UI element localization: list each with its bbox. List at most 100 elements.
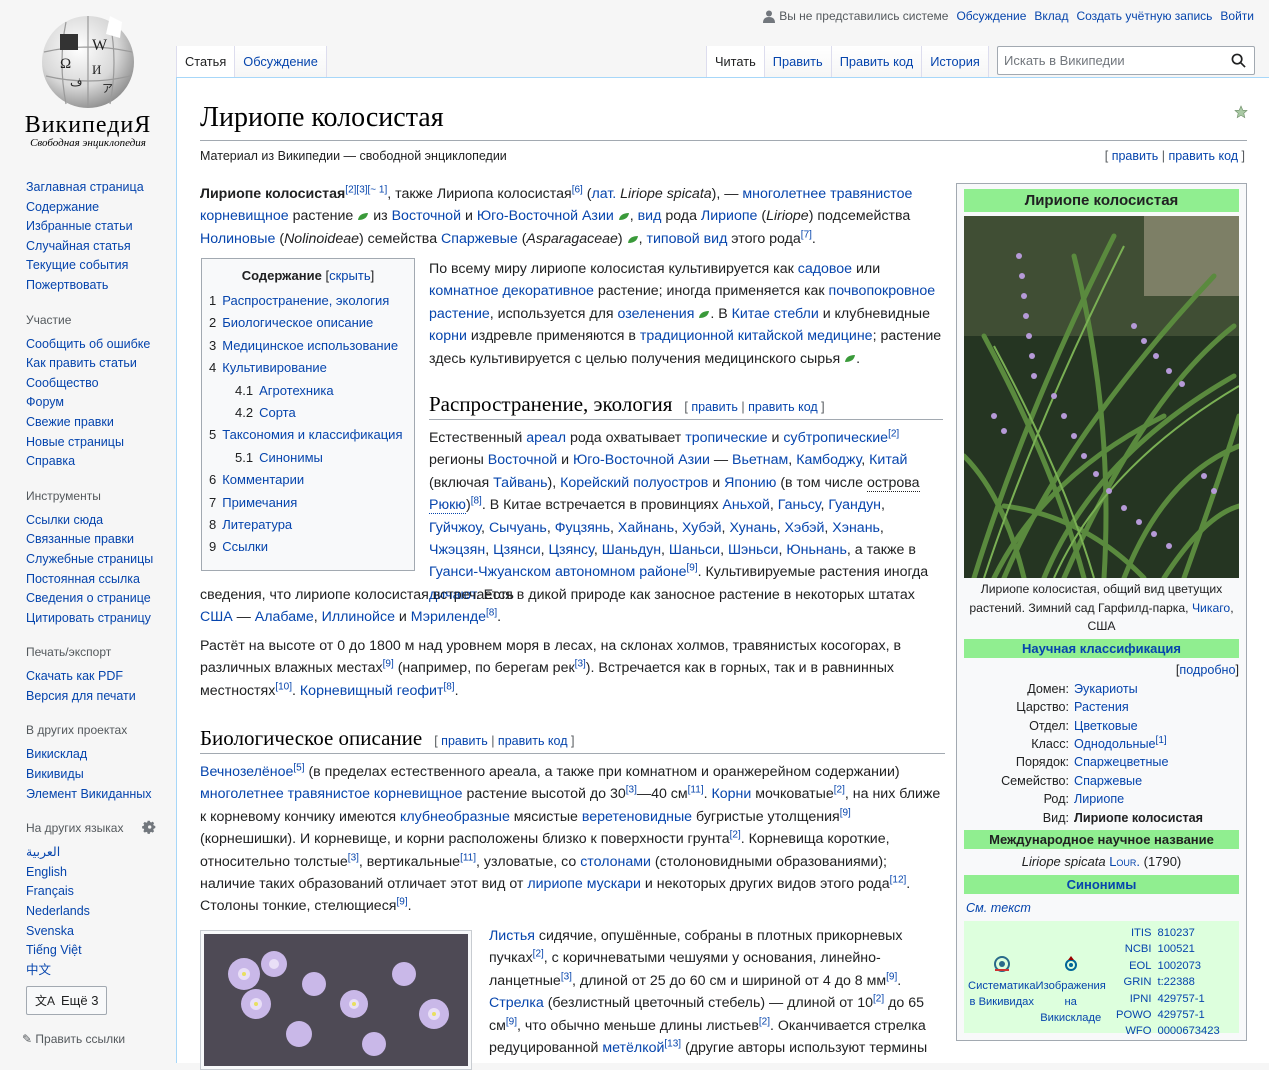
toc-item[interactable]: 5.1 Синонимы <box>209 447 407 469</box>
toc-item[interactable]: 4.2 Сорта <box>209 402 407 424</box>
taxonomy-value[interactable]: Растения <box>1074 700 1129 714</box>
identifier-value[interactable]: 429757-1 <box>1157 991 1235 1007</box>
toc-item[interactable]: 6 Комментарии <box>209 469 407 491</box>
toc-link[interactable]: Литература <box>222 517 292 532</box>
author-link[interactable]: Lour. <box>1109 854 1140 869</box>
identifier-value[interactable]: 0000673423 <box>1157 1023 1235 1039</box>
sidebar-item-community[interactable]: Сообщество <box>26 376 99 390</box>
tab-history[interactable]: История <box>921 46 989 77</box>
toc-link[interactable]: Культивирование <box>222 360 327 375</box>
toc-link[interactable]: Таксономия и классификация <box>222 427 402 442</box>
identifier-db[interactable]: EOL <box>1106 958 1158 974</box>
personal-talk-link[interactable]: Обсуждение <box>956 9 1026 23</box>
create-account-link[interactable]: Создать учётную запись <box>1076 9 1212 23</box>
section-edit-source-link[interactable]: править код <box>498 734 568 748</box>
identifier-db[interactable]: NCBI <box>1106 941 1158 957</box>
search-input[interactable]: Искать в Википедии <box>997 46 1255 75</box>
infobox-image[interactable] <box>964 216 1239 578</box>
sidebar-lang-vi[interactable]: Tiếng Việt <box>26 943 82 957</box>
sidebar-lang-fr[interactable]: Français <box>26 884 74 898</box>
sidebar-item-featured[interactable]: Избранные статьи <box>26 219 133 233</box>
tab-edit-source[interactable]: Править код <box>830 46 922 77</box>
sidebar-item-forum[interactable]: Форум <box>26 395 64 409</box>
sidebar-item-cite[interactable]: Цитировать страницу <box>26 611 151 625</box>
tab-read[interactable]: Читать <box>706 46 764 77</box>
taxonomy-value[interactable]: Однодольные <box>1074 737 1156 751</box>
identifier-value[interactable]: t:22388 <box>1157 974 1235 990</box>
toc-link[interactable]: Распространение, экология <box>222 293 389 308</box>
identifier-db[interactable]: IPNI <box>1106 991 1158 1007</box>
sidebar-item-permanent-link[interactable]: Постоянная ссылка <box>26 572 140 586</box>
classification-more-link[interactable]: подробно <box>1179 663 1235 677</box>
tab-article[interactable]: Статья <box>176 46 235 77</box>
toc-link[interactable]: Синонимы <box>259 450 323 465</box>
sidebar-item-report-error[interactable]: Сообщить об ошибке <box>26 337 150 351</box>
taxonomy-ref[interactable]: [1] <box>1156 735 1167 746</box>
taxonomy-value[interactable]: Лириопе <box>1074 792 1124 806</box>
top-edit-link[interactable]: править <box>1112 149 1159 163</box>
synonyms-header[interactable]: Синонимы <box>964 875 1239 895</box>
sidebar-item-recent-changes[interactable]: Свежие правки <box>26 415 114 429</box>
toc-link[interactable]: Биологическое описание <box>222 315 373 330</box>
sidebar-item-how-to-edit[interactable]: Как править статьи <box>26 356 137 370</box>
good-article-star-icon[interactable] <box>1234 105 1248 119</box>
toc-item[interactable]: 1 Распространение, экология <box>209 290 407 312</box>
sidebar-item-related-changes[interactable]: Связанные правки <box>26 532 134 546</box>
sidebar-item-printable[interactable]: Версия для печати <box>26 689 136 703</box>
toc-item[interactable]: 5 Таксономия и классификация <box>209 424 407 446</box>
taxonomy-value[interactable]: Эукариоты <box>1074 682 1138 696</box>
toc-hide-link[interactable]: скрыть <box>329 268 371 283</box>
sidebar-item-special-pages[interactable]: Служебные страницы <box>26 552 153 566</box>
sidebar-item-wikispecies[interactable]: Викивиды <box>26 767 84 781</box>
scientific-classification-header[interactable]: Научная классификация <box>964 638 1239 658</box>
sidebar-lang-nl[interactable]: Nederlands <box>26 904 90 918</box>
toc-link[interactable]: Комментарии <box>222 472 304 487</box>
commons-link[interactable]: Изображения на Викискладе <box>1036 925 1106 1029</box>
sidebar-item-new-pages[interactable]: Новые страницы <box>26 435 124 449</box>
identifier-value[interactable]: 1002073 <box>1157 958 1235 974</box>
sidebar-lang-en[interactable]: English <box>26 865 67 879</box>
taxonomy-value[interactable]: Спаржецветные <box>1074 755 1168 769</box>
sidebar-item-help[interactable]: Справка <box>26 454 75 468</box>
more-languages-button[interactable]: 文A Ещё 3 <box>26 986 108 1016</box>
taxonomy-value[interactable]: Спаржевые <box>1074 774 1142 788</box>
identifier-value[interactable]: 100521 <box>1157 941 1235 957</box>
sidebar-lang-ar[interactable]: العربية <box>26 845 60 859</box>
identifier-db[interactable]: POWO <box>1106 1007 1158 1023</box>
sidebar-lang-sv[interactable]: Svenska <box>26 924 74 938</box>
gear-icon[interactable] <box>142 820 156 835</box>
sidebar-item-donate[interactable]: Пожертвовать <box>26 278 108 292</box>
toc-link[interactable]: Медицинское использование <box>222 338 398 353</box>
sidebar-item-main-page[interactable]: Заглавная страница <box>26 180 144 194</box>
edit-interlanguage-links[interactable]: ✎ Править ссылки <box>22 1032 176 1046</box>
taxonomy-value[interactable]: Цветковые <box>1074 719 1138 733</box>
identifier-db[interactable]: GRIN <box>1106 974 1158 990</box>
search-icon[interactable] <box>1231 53 1246 68</box>
sidebar-item-wikidata[interactable]: Элемент Викиданных <box>26 787 152 801</box>
flower-closeup-thumbnail[interactable] <box>200 930 472 1070</box>
toc-item[interactable]: 3 Медицинское использование <box>209 335 407 357</box>
identifier-value[interactable]: 810237 <box>1157 925 1235 941</box>
sidebar-lang-zh[interactable]: 中文 <box>26 963 51 977</box>
sidebar-item-random[interactable]: Случайная статья <box>26 239 131 253</box>
tab-talk[interactable]: Обсуждение <box>234 46 327 77</box>
toc-item[interactable]: 8 Литература <box>209 514 407 536</box>
tab-edit[interactable]: Править <box>763 46 831 77</box>
section-edit-link[interactable]: править <box>691 400 738 414</box>
identifier-value[interactable]: 429757-1 <box>1157 1007 1235 1023</box>
personal-contributions-link[interactable]: Вклад <box>1034 9 1068 23</box>
toc-link[interactable]: Агротехника <box>259 383 333 398</box>
sidebar-item-what-links-here[interactable]: Ссылки сюда <box>26 513 103 527</box>
caption-link-chicago[interactable]: Чикаго <box>1192 601 1230 615</box>
sidebar-item-commons[interactable]: Викисклад <box>26 747 87 761</box>
wikispecies-link[interactable]: Систематика в Викивидах <box>968 925 1036 1029</box>
wikipedia-logo[interactable]: W Ω И ف ア ВикипедиЯ Свободная энциклопед… <box>0 0 176 160</box>
sidebar-item-contents[interactable]: Содержание <box>26 200 99 214</box>
sidebar-item-current-events[interactable]: Текущие события <box>26 258 128 272</box>
toc-link[interactable]: Сорта <box>259 405 296 420</box>
toc-item[interactable]: 9 Ссылки <box>209 536 407 558</box>
identifier-db[interactable]: ITIS <box>1106 925 1158 941</box>
toc-item[interactable]: 2 Биологическое описание <box>209 312 407 334</box>
section-edit-source-link[interactable]: править код <box>748 400 818 414</box>
toc-item[interactable]: 4 Культивирование <box>209 357 407 379</box>
